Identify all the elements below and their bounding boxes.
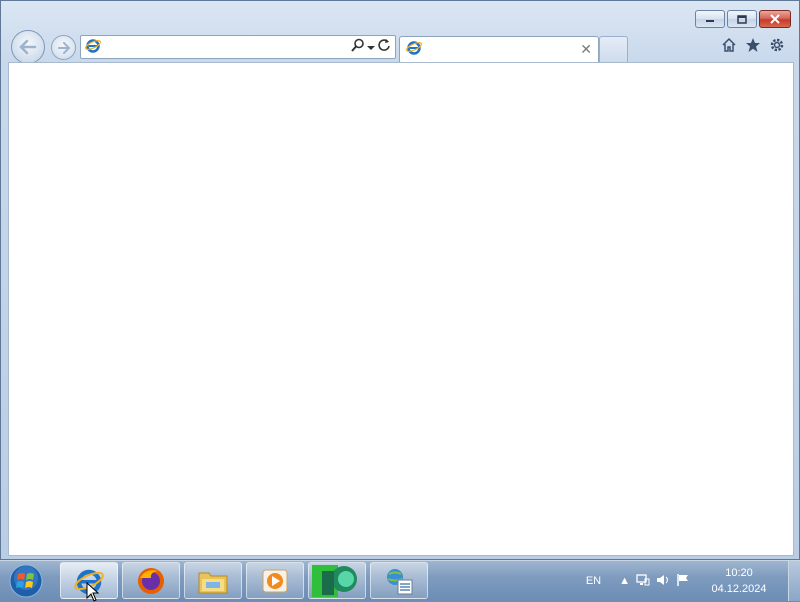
start-button[interactable]	[6, 563, 46, 599]
browser-window: ✕	[0, 0, 800, 560]
folder-icon	[198, 572, 228, 593]
home-icon[interactable]	[721, 37, 737, 58]
minimize-button[interactable]	[695, 10, 725, 28]
volume-icon[interactable]	[656, 573, 670, 590]
forward-arrow-icon	[57, 41, 70, 54]
forward-button[interactable]	[51, 35, 76, 60]
ie-page-icon	[85, 37, 101, 58]
ie-tab-icon	[406, 39, 422, 60]
mouse-cursor-icon	[86, 582, 100, 602]
page-content[interactable]	[8, 62, 794, 556]
media-player-icon	[262, 569, 288, 592]
refresh-icon[interactable]	[377, 38, 391, 57]
app-green-icon	[312, 564, 357, 597]
taskbar-firefox[interactable]	[122, 562, 180, 599]
back-button[interactable]	[11, 30, 45, 64]
taskbar-network-app[interactable]	[370, 562, 428, 599]
taskbar-media-player[interactable]	[246, 562, 304, 599]
show-desktop-button[interactable]	[788, 561, 800, 601]
show-hidden-icons-icon[interactable]: ▲	[619, 575, 630, 587]
clock-time: 10:20	[725, 567, 753, 579]
minimize-icon	[706, 20, 714, 22]
search-icon[interactable]	[351, 38, 365, 57]
network-globe-icon	[387, 568, 413, 594]
command-icons	[721, 37, 785, 58]
clock-date: 04.12.2024	[711, 583, 767, 595]
restore-icon	[737, 14, 747, 24]
address-bar	[80, 35, 396, 59]
firefox-icon	[138, 567, 164, 594]
system-tray: EN ▲ 10:20 04.12.2024	[586, 561, 800, 601]
new-tab-button[interactable]	[599, 36, 628, 62]
network-icon[interactable]	[636, 573, 650, 590]
language-indicator[interactable]: EN	[586, 575, 601, 587]
gear-icon[interactable]	[769, 37, 785, 58]
close-icon	[770, 14, 780, 24]
tab-current[interactable]: ✕	[399, 36, 599, 62]
close-button[interactable]	[759, 10, 791, 28]
taskbar-file-explorer[interactable]	[184, 562, 242, 599]
clock[interactable]: 10:20 04.12.2024	[704, 565, 774, 597]
address-input[interactable]	[101, 37, 351, 57]
action-center-flag-icon[interactable]	[676, 573, 690, 590]
maximize-button[interactable]	[727, 10, 757, 28]
tab-close-icon[interactable]: ✕	[580, 41, 592, 58]
taskbar-green-app[interactable]	[308, 562, 366, 599]
windows-logo-icon	[9, 564, 43, 598]
dropdown-arrow-icon[interactable]	[367, 38, 375, 56]
window-controls	[695, 10, 791, 28]
star-icon[interactable]	[745, 37, 761, 58]
taskbar: EN ▲ 10:20 04.12.2024	[0, 560, 800, 601]
back-arrow-icon	[19, 39, 37, 55]
